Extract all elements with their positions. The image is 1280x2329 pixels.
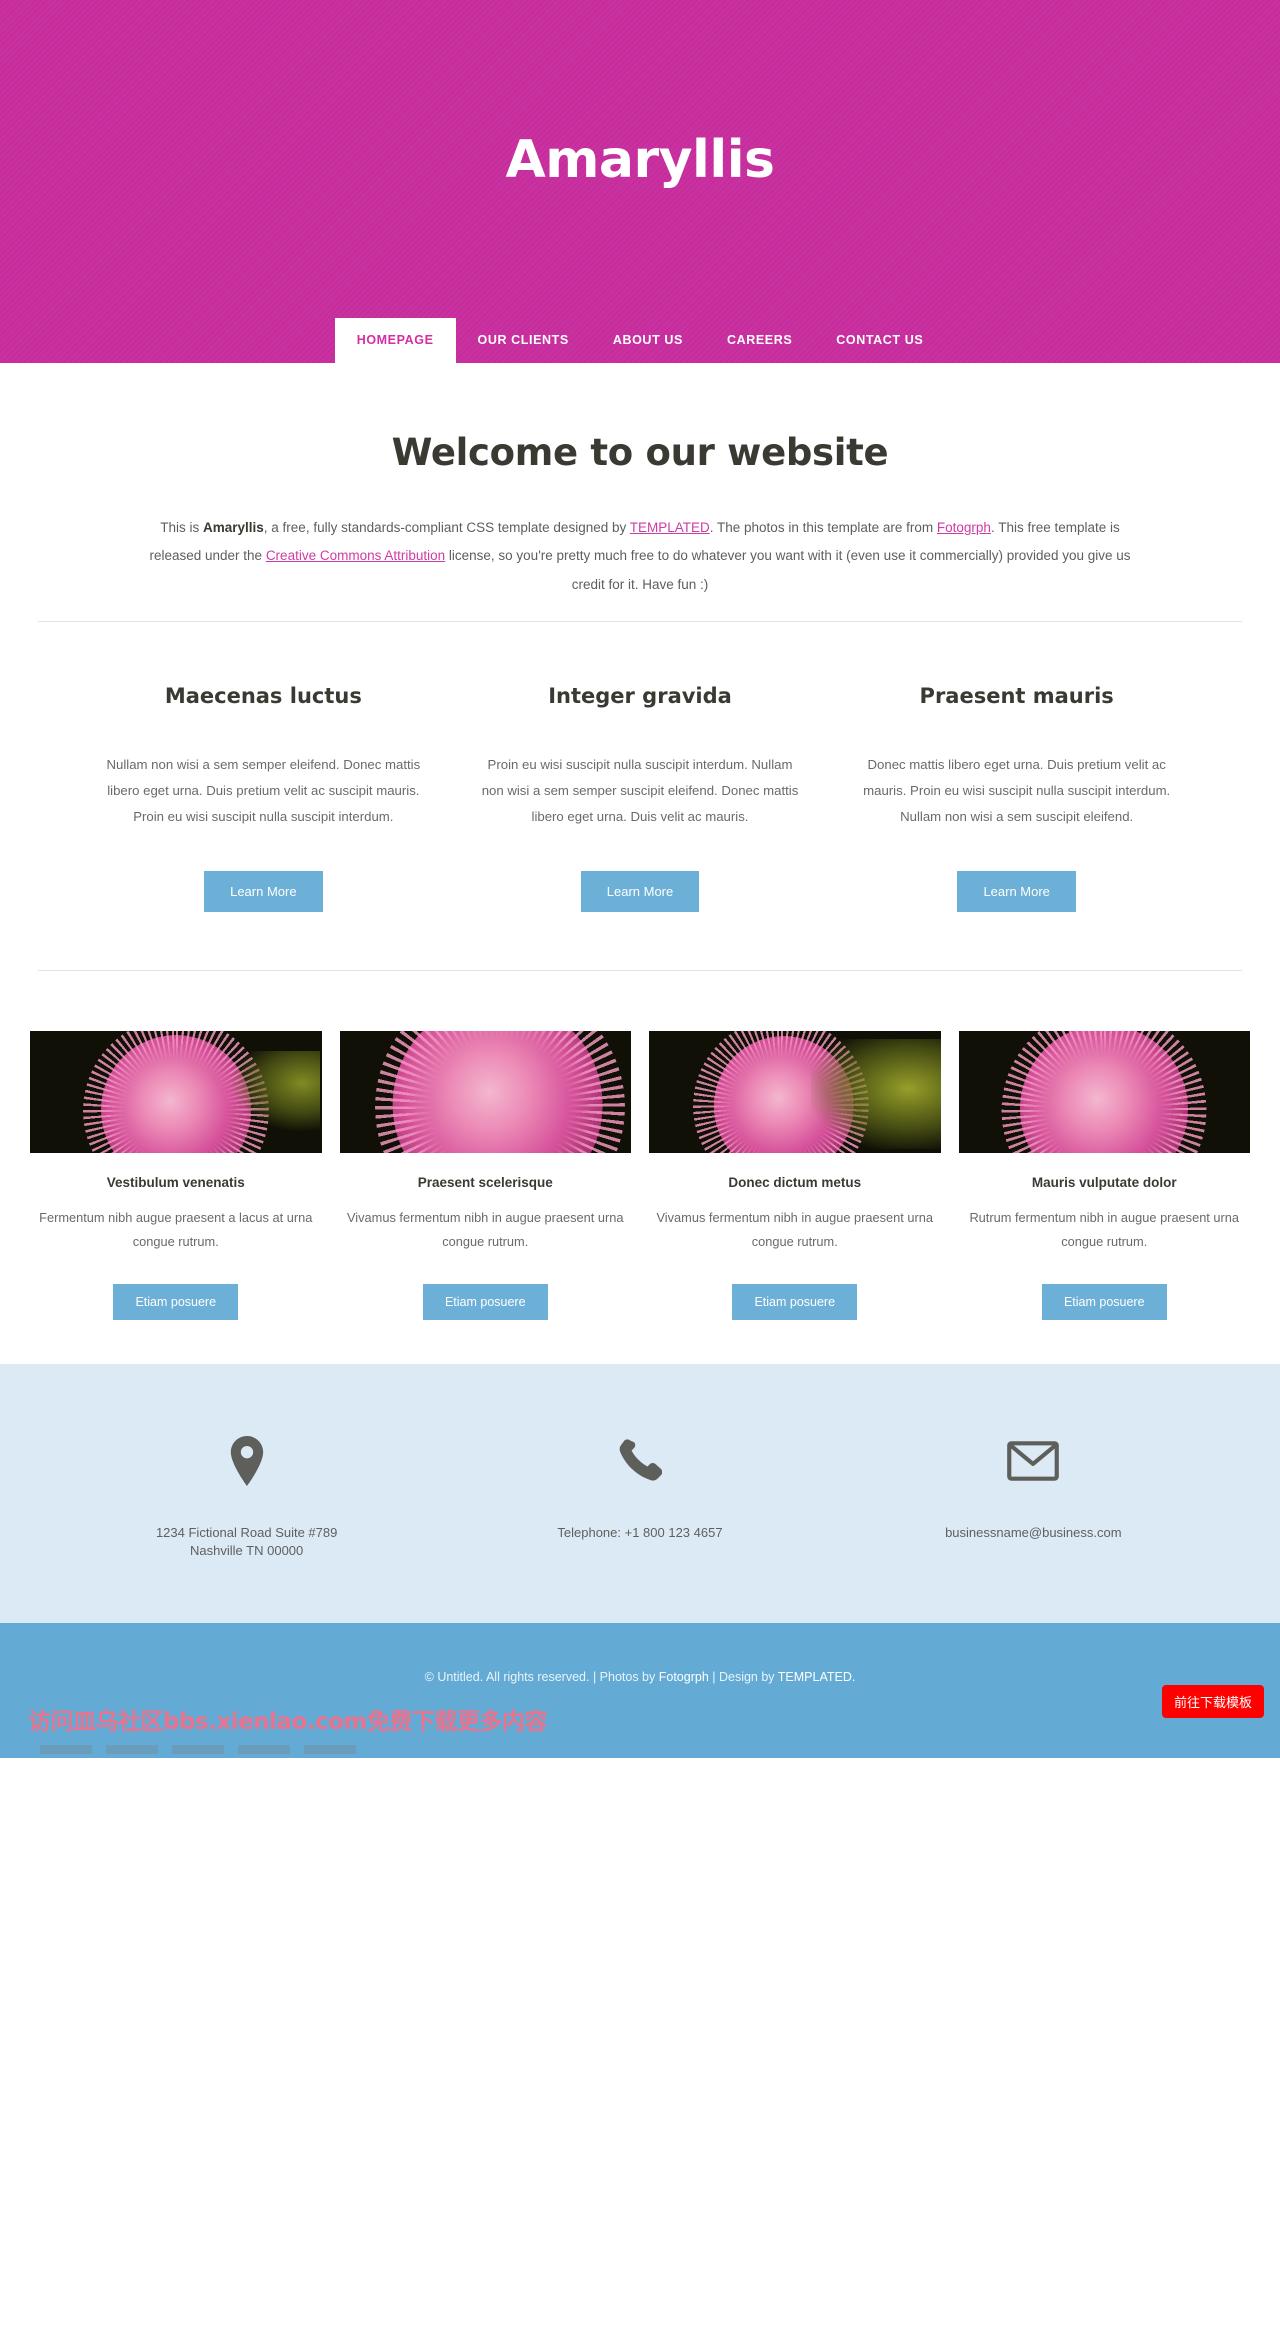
gallery-title: Donec dictum metus	[728, 1175, 862, 1191]
taskbar-block	[172, 1745, 224, 1755]
gallery-item: Vestibulum venenatis Fermentum nibh augu…	[30, 1031, 322, 1320]
etiam-posuere-button[interactable]: Etiam posuere	[113, 1283, 239, 1320]
gallery-body: Vivamus fermentum nibh in augue praesent…	[656, 1210, 933, 1249]
taskbar-block	[40, 1745, 92, 1755]
intro-text-3: . The photos in this template are from	[709, 520, 937, 535]
gallery-item: Donec dictum metus Vivamus fermentum nib…	[649, 1031, 941, 1320]
feature-column: Maecenas luctus Nullam non wisi a sem se…	[75, 684, 452, 913]
footer-templated-link[interactable]: TEMPLATED.	[778, 1670, 856, 1684]
fotogrph-link[interactable]: Fotogrph	[937, 520, 991, 535]
flower-spikes	[375, 1031, 626, 1154]
learn-more-button[interactable]: Learn More	[204, 871, 323, 913]
phone-icon	[443, 1432, 836, 1490]
intro-text-5: license, so you're pretty much free to d…	[445, 548, 1131, 592]
gallery-item: Praesent scelerisque Vivamus fermentum n…	[339, 1031, 631, 1320]
contact-email: businessname@business.com	[837, 1432, 1230, 1562]
contact-phone: Telephone: +1 800 123 4657	[443, 1432, 836, 1562]
nav-item-our-clients[interactable]: OUR CLIENTS	[456, 318, 591, 363]
flower-leaf	[231, 1051, 320, 1132]
gallery-title: Mauris vulputate dolor	[1031, 1175, 1177, 1191]
feature-title: Integer gravida	[548, 684, 732, 709]
contact-columns: 1234 Fictional Road Suite #789 Nashville…	[50, 1432, 1230, 1562]
thistle-photo-4[interactable]	[958, 1031, 1250, 1154]
main-navigation: HOMEPAGE OUR CLIENTS ABOUT US CAREERS CO…	[0, 318, 1280, 363]
nav-item-homepage[interactable]: HOMEPAGE	[334, 318, 456, 363]
flower-stem	[810, 1039, 941, 1150]
intro-paragraph: This is Amaryllis, a free, fully standar…	[140, 514, 1140, 599]
nav-item-about-us[interactable]: ABOUT US	[591, 318, 705, 363]
nav-item-careers[interactable]: CAREERS	[705, 318, 814, 363]
etiam-posuere-button[interactable]: Etiam posuere	[732, 1283, 858, 1320]
gallery-body: Rutrum fermentum nibh in augue praesent …	[969, 1210, 1240, 1249]
flower-spikes	[1001, 1031, 1207, 1154]
intro-text-1: This is	[160, 520, 203, 535]
contact-section: 1234 Fictional Road Suite #789 Nashville…	[0, 1363, 1280, 1624]
taskbar-block	[238, 1745, 290, 1755]
site-footer: © Untitled. All rights reserved. | Photo…	[0, 1623, 1280, 1759]
nav-item-contact-us[interactable]: CONTACT US	[814, 318, 945, 363]
gallery-grid: Vestibulum venenatis Fermentum nibh augu…	[30, 1031, 1250, 1320]
intro-text-2: , a free, fully standards-compliant CSS …	[263, 520, 630, 535]
feature-column: Integer gravida Proin eu wisi suscipit n…	[452, 684, 829, 913]
address-line-1: 1234 Fictional Road Suite #789	[155, 1524, 338, 1540]
feature-body: Donec mattis libero eget urna. Duis pret…	[863, 757, 1171, 824]
page-title: Welcome to our website	[391, 431, 889, 474]
feature-body: Nullam non wisi a sem semper eleifend. D…	[106, 757, 421, 824]
email-line-1: businessname@business.com	[945, 1524, 1122, 1540]
welcome-banner: Welcome to our website This is Amaryllis…	[0, 363, 1280, 621]
taskbar-block	[304, 1745, 356, 1755]
thistle-photo-2[interactable]	[339, 1031, 631, 1154]
gallery-title: Vestibulum venenatis	[106, 1175, 245, 1191]
location-pin-icon	[50, 1432, 443, 1490]
taskbar-stub	[40, 1745, 356, 1755]
feature-body: Proin eu wisi suscipit nulla suscipit in…	[481, 757, 799, 824]
gallery-title: Praesent scelerisque	[417, 1175, 553, 1191]
phone-line-1: Telephone: +1 800 123 4657	[557, 1524, 723, 1540]
footer-fotogrph-link[interactable]: Fotogrph	[659, 1670, 709, 1684]
contact-address: 1234 Fictional Road Suite #789 Nashville…	[50, 1432, 443, 1562]
gallery-body: Vivamus fermentum nibh in augue praesent…	[347, 1210, 624, 1249]
gallery-item: Mauris vulputate dolor Rutrum fermentum …	[958, 1031, 1250, 1320]
gallery-body: Fermentum nibh augue praesent a lacus at…	[39, 1210, 313, 1249]
learn-more-button[interactable]: Learn More	[957, 871, 1076, 913]
footer-copyright: © Untitled. All rights reserved. | Photo…	[0, 1670, 1280, 1684]
feature-title: Praesent mauris	[919, 684, 1114, 709]
main-content: Welcome to our website This is Amaryllis…	[0, 363, 1280, 1364]
learn-more-button[interactable]: Learn More	[580, 871, 700, 913]
intro-strong: Amaryllis	[203, 520, 264, 535]
download-template-button[interactable]: 前往下载模板	[1161, 1685, 1264, 1719]
thistle-photo-1[interactable]	[30, 1031, 322, 1154]
envelope-icon	[837, 1432, 1230, 1490]
creative-commons-link[interactable]: Creative Commons Attribution	[266, 548, 445, 563]
site-header: Amaryllis HOMEPAGE OUR CLIENTS ABOUT US …	[0, 0, 1280, 363]
site-logo: Amaryllis	[0, 130, 1280, 190]
site-watermark: 访问皿乌社区bbs.xienlao.com免费下载更多内容	[28, 1709, 547, 1736]
copyright-text: © Untitled. All rights reserved. | Photo…	[424, 1670, 659, 1685]
feature-column: Praesent mauris Donec mattis libero eget…	[828, 684, 1205, 913]
feature-title: Maecenas luctus	[164, 684, 362, 709]
taskbar-block	[106, 1745, 158, 1755]
address-line-2: Nashville TN 00000	[190, 1543, 304, 1559]
logo-text: Amaryllis	[505, 130, 775, 190]
footer-separator: | Design by	[708, 1670, 778, 1685]
etiam-posuere-button[interactable]: Etiam posuere	[1041, 1283, 1167, 1320]
templated-link[interactable]: TEMPLATED	[630, 520, 710, 535]
etiam-posuere-button[interactable]: Etiam posuere	[422, 1283, 548, 1320]
thistle-photo-3[interactable]	[649, 1031, 941, 1154]
gallery-section: Vestibulum venenatis Fermentum nibh augu…	[0, 971, 1280, 1363]
features-section: Maecenas luctus Nullam non wisi a sem se…	[75, 622, 1205, 970]
